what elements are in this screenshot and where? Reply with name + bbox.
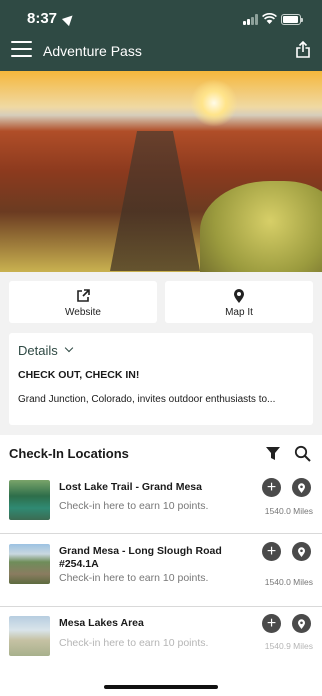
location-name: Mesa Lakes Area — [59, 617, 144, 629]
hero-canyon — [110, 131, 200, 271]
website-button[interactable]: Website — [9, 281, 157, 323]
location-subtitle: Check-in here to earn 10 points. — [59, 572, 209, 584]
hero-image — [0, 71, 322, 272]
map-pin-button[interactable] — [292, 614, 311, 633]
location-name: Lost Lake Trail - Grand Mesa — [59, 481, 202, 493]
add-checkin-button[interactable]: + — [262, 542, 281, 561]
hero-sun — [190, 79, 238, 127]
checkin-heading: Check-In Locations — [9, 446, 129, 461]
hero-shrub — [200, 181, 322, 272]
details-toggle[interactable]: Details — [18, 343, 58, 358]
map-it-button[interactable]: Map It — [165, 281, 313, 323]
action-buttons: Website Map It — [9, 281, 313, 323]
distance-label: 1540.9 Miles — [264, 641, 313, 651]
details-description: Grand Junction, Colorado, invites outdoo… — [18, 394, 276, 405]
map-pin-button[interactable] — [292, 542, 311, 561]
details-title: CHECK OUT, CHECK IN! — [18, 369, 140, 381]
location-subtitle: Check-in here to earn 10 points. — [59, 637, 209, 649]
map-pin-icon — [231, 288, 247, 304]
filter-icon[interactable] — [266, 447, 280, 461]
status-bar: 8:37 — [0, 8, 322, 28]
location-thumbnail — [9, 616, 50, 656]
share-icon[interactable] — [296, 40, 310, 58]
chevron-down-icon[interactable] — [64, 343, 74, 353]
details-card: Details CHECK OUT, CHECK IN! Grand Junct… — [9, 333, 313, 425]
page-title: Adventure Pass — [43, 43, 142, 59]
map-pin-button[interactable] — [292, 478, 311, 497]
location-subtitle: Check-in here to earn 10 points. — [59, 500, 209, 512]
list-item[interactable]: Lost Lake Trail - Grand Mesa Check-in he… — [0, 470, 322, 534]
website-button-label: Website — [65, 307, 101, 318]
checkin-section: Check-In Locations Lost Lake Trail - Gra… — [0, 435, 322, 696]
list-item[interactable]: Grand Mesa - Long Slough Road #254.1A Ch… — [0, 535, 322, 607]
list-item[interactable]: Mesa Lakes Area Check-in here to earn 10… — [0, 608, 322, 664]
location-thumbnail — [9, 480, 50, 520]
location-thumbnail — [9, 544, 50, 584]
home-indicator[interactable] — [104, 685, 218, 689]
hamburger-menu-icon[interactable] — [11, 41, 32, 57]
cellular-signal-icon — [243, 14, 259, 25]
add-checkin-button[interactable]: + — [262, 614, 281, 633]
distance-label: 1540.0 Miles — [264, 577, 313, 587]
wifi-icon — [262, 12, 277, 27]
location-name: Grand Mesa - Long Slough Road #254.1A — [59, 545, 222, 570]
location-arrow-icon — [61, 11, 77, 27]
external-link-icon — [75, 288, 91, 304]
map-it-button-label: Map It — [225, 307, 253, 318]
app-header: 8:37 Adventure Pass — [0, 0, 322, 71]
search-icon[interactable] — [294, 445, 311, 462]
status-time: 8:37 — [27, 10, 58, 27]
distance-label: 1540.0 Miles — [264, 506, 313, 516]
add-checkin-button[interactable]: + — [262, 478, 281, 497]
battery-icon — [281, 14, 303, 25]
